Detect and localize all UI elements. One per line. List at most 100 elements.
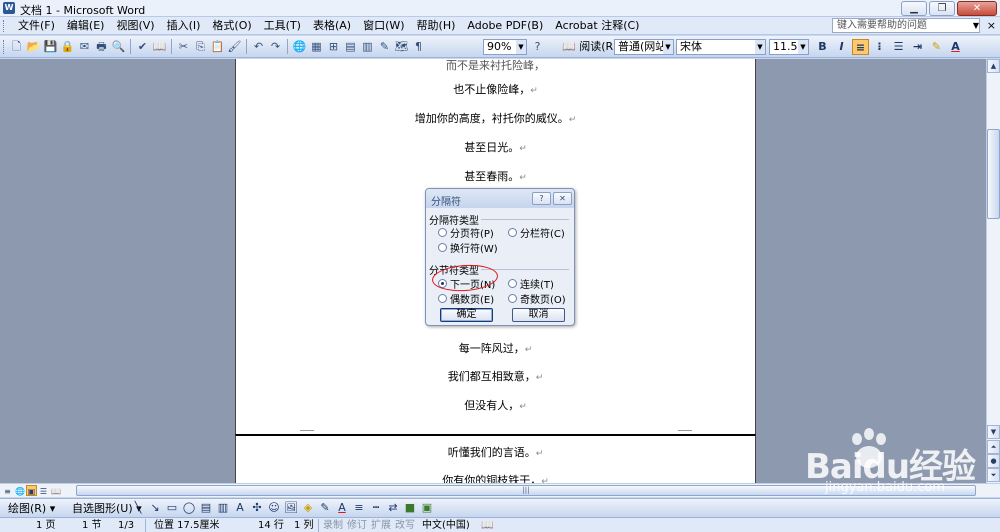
chevron-down-icon[interactable]: ▼ bbox=[516, 40, 526, 54]
help-icon[interactable]: ? bbox=[532, 192, 551, 205]
radio-button[interactable] bbox=[508, 279, 517, 288]
menu-window[interactable]: 窗口(W) bbox=[357, 19, 410, 33]
text-wrapping-break-option[interactable]: 换行符(W) bbox=[438, 240, 498, 255]
menu-adobe-pdf[interactable]: Adobe PDF(B) bbox=[461, 19, 549, 33]
hyperlink-icon[interactable]: 🌐 bbox=[292, 39, 307, 54]
radio-button[interactable] bbox=[508, 294, 517, 303]
insert-excel-icon[interactable]: ▤ bbox=[343, 39, 358, 54]
status-track-changes[interactable]: 修订 bbox=[347, 519, 367, 532]
toolbar-grip[interactable] bbox=[3, 40, 6, 54]
print-layout-icon[interactable]: ▣ bbox=[26, 485, 37, 496]
line-color-icon[interactable]: ✎ bbox=[318, 501, 332, 515]
save-icon[interactable]: 💾 bbox=[43, 39, 58, 54]
new-document-icon[interactable]: 🗋 bbox=[9, 39, 24, 54]
menu-help[interactable]: 帮助(H) bbox=[411, 19, 462, 33]
radio-button[interactable] bbox=[508, 228, 517, 237]
chevron-down-icon[interactable]: ▼ bbox=[798, 40, 808, 54]
web-view-icon[interactable]: 🌐 bbox=[14, 485, 25, 496]
menu-file[interactable]: 文件(F) bbox=[12, 19, 61, 33]
paste-icon[interactable]: 📋 bbox=[210, 39, 225, 54]
menu-acrobat-comments[interactable]: Acrobat 注释(C) bbox=[549, 19, 645, 33]
restore-button[interactable]: ❐ bbox=[929, 1, 955, 16]
bold-button[interactable]: B bbox=[814, 39, 831, 55]
bullets-icon[interactable]: ☰ bbox=[890, 39, 907, 55]
research-icon[interactable]: 📖 bbox=[152, 39, 167, 54]
radio-button[interactable] bbox=[438, 228, 447, 237]
menu-format[interactable]: 格式(O) bbox=[206, 19, 257, 33]
textbox-icon[interactable]: ▤ bbox=[199, 501, 213, 515]
chevron-down-icon[interactable]: ▼ bbox=[663, 40, 673, 54]
document-close-icon[interactable]: × bbox=[987, 19, 996, 32]
picture-icon[interactable]: 🖼 bbox=[284, 501, 298, 515]
zoom-select[interactable]: 90% ▼ bbox=[483, 39, 527, 55]
line-style-icon[interactable]: ≡ bbox=[352, 501, 366, 515]
ok-button[interactable]: 确定 bbox=[440, 308, 493, 322]
draw-menu-button[interactable]: 绘图(R) ▾ bbox=[8, 502, 55, 515]
outline-view-icon[interactable]: ☰ bbox=[38, 485, 49, 496]
document-map-icon[interactable]: 🗺 bbox=[394, 39, 409, 54]
chevron-down-icon[interactable]: ▼ bbox=[970, 19, 982, 32]
vertical-scroll-thumb[interactable] bbox=[987, 129, 1000, 219]
vertical-scrollbar[interactable]: ▲ ▼ ⏶ ● ⏷ bbox=[986, 59, 1000, 483]
radio-button[interactable] bbox=[438, 294, 447, 303]
font-color-icon[interactable]: A bbox=[335, 501, 349, 515]
columns-icon[interactable]: ▥ bbox=[360, 39, 375, 54]
italic-button[interactable]: I bbox=[833, 39, 850, 55]
scroll-up-icon[interactable]: ▲ bbox=[987, 59, 1000, 73]
print-preview-icon[interactable]: 🔍 bbox=[111, 39, 126, 54]
close-button[interactable]: ✕ bbox=[957, 1, 997, 16]
menu-grip[interactable] bbox=[3, 20, 6, 32]
clipart-icon[interactable]: ☺ bbox=[267, 501, 281, 515]
menu-view[interactable]: 视图(V) bbox=[110, 19, 160, 33]
menu-edit[interactable]: 编辑(E) bbox=[61, 19, 111, 33]
document-page-2[interactable]: 听懂我们的言语。↵ 你有你的铜枝铁干，↵ bbox=[235, 434, 756, 483]
status-extend[interactable]: 扩展 bbox=[371, 519, 391, 532]
arrow-style-icon[interactable]: ⇄ bbox=[386, 501, 400, 515]
vertical-textbox-icon[interactable]: ▥ bbox=[216, 501, 230, 515]
normal-view-icon[interactable]: ≡ bbox=[2, 485, 13, 496]
menu-tools[interactable]: 工具(T) bbox=[258, 19, 307, 33]
column-break-option[interactable]: 分栏符(C) bbox=[508, 225, 565, 240]
font-color-icon[interactable]: A bbox=[947, 39, 964, 55]
shadow-icon[interactable]: ■ bbox=[403, 501, 417, 515]
cancel-button[interactable]: 取消 bbox=[512, 308, 565, 322]
tables-borders-icon[interactable]: ▦ bbox=[309, 39, 324, 54]
3d-icon[interactable]: ▣ bbox=[420, 501, 434, 515]
status-record[interactable]: 录制 bbox=[323, 519, 343, 532]
line-icon[interactable]: ╲ bbox=[131, 501, 145, 515]
show-hide-icon[interactable]: ¶ bbox=[411, 39, 426, 54]
diagram-icon[interactable]: ✣ bbox=[250, 501, 264, 515]
menu-insert[interactable]: 插入(I) bbox=[161, 19, 207, 33]
format-painter-icon[interactable]: 🖌 bbox=[227, 39, 242, 54]
style-select[interactable]: 普通(网站) ▼ bbox=[614, 39, 674, 55]
status-overtype[interactable]: 改写 bbox=[395, 519, 415, 532]
word-app-icon[interactable]: W bbox=[3, 2, 15, 14]
reading-view-icon[interactable]: 📖 bbox=[50, 485, 61, 496]
open-folder-icon[interactable]: 📂 bbox=[26, 39, 41, 54]
font-size-select[interactable]: 11.5 ▼ bbox=[769, 39, 809, 55]
drawing-icon[interactable]: ✎ bbox=[377, 39, 392, 54]
odd-page-option[interactable]: 奇数页(O) bbox=[508, 291, 566, 306]
font-select[interactable]: 宋体 ▼ bbox=[676, 39, 766, 55]
spelling-status-icon[interactable]: 📖 bbox=[481, 519, 493, 532]
align-center-icon[interactable]: ≡ bbox=[852, 39, 869, 55]
numbering-icon[interactable]: ⁝ bbox=[871, 39, 888, 55]
radio-button[interactable] bbox=[438, 243, 447, 252]
highlight-icon[interactable]: ✎ bbox=[928, 39, 945, 55]
wordart-icon[interactable]: A bbox=[233, 501, 247, 515]
minimize-button[interactable]: ▁ bbox=[901, 1, 927, 16]
read-mode-button[interactable]: 📖 阅读(R) bbox=[559, 39, 620, 55]
undo-icon[interactable]: ↶ bbox=[251, 39, 266, 54]
oval-icon[interactable]: ◯ bbox=[182, 501, 196, 515]
email-icon[interactable]: ✉ bbox=[77, 39, 92, 54]
print-icon[interactable]: 🖶 bbox=[94, 39, 109, 54]
even-page-option[interactable]: 偶数页(E) bbox=[438, 291, 494, 306]
spelling-icon[interactable]: ✔ bbox=[135, 39, 150, 54]
redo-icon[interactable]: ↷ bbox=[268, 39, 283, 54]
dialog-title-bar[interactable]: 分隔符 ? ✕ bbox=[426, 189, 574, 208]
indent-icon[interactable]: ⇥ bbox=[909, 39, 926, 55]
insert-table-icon[interactable]: ⊞ bbox=[326, 39, 341, 54]
continuous-option[interactable]: 连续(T) bbox=[508, 276, 554, 291]
help-search-input[interactable]: 键入需要帮助的问题 bbox=[832, 18, 980, 33]
chevron-down-icon[interactable]: ▼ bbox=[755, 40, 765, 54]
